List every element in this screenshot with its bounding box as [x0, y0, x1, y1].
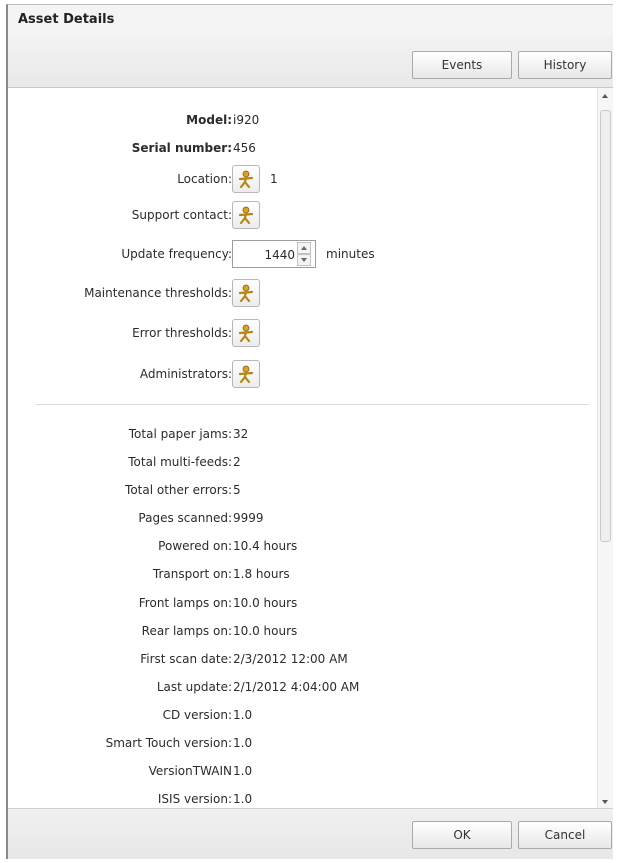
stat-label: Last update:	[156, 680, 232, 694]
stat-row: Last update: 2/1/2012 4:04:00 AM	[8, 677, 597, 697]
stat-label: First scan date:	[140, 652, 232, 666]
model-value: i920	[233, 113, 260, 127]
stat-label: Total other errors:	[125, 483, 232, 497]
stat-label: CD version:	[162, 708, 232, 722]
person-picker-icon	[238, 365, 254, 383]
administrators-row: Administrators:	[8, 360, 597, 388]
scroll-up-arrow-icon[interactable]	[598, 88, 613, 104]
serial-label: Serial number:	[131, 141, 232, 155]
stat-value: 32	[233, 427, 249, 441]
location-label: Location:	[177, 172, 232, 186]
support-row: Support contact:	[8, 201, 597, 229]
maintenance-thresholds-button[interactable]	[232, 279, 260, 307]
stat-value: 5	[233, 483, 241, 497]
stat-row: CD version: 1.0	[8, 705, 597, 725]
vertical-scrollbar[interactable]	[597, 88, 613, 810]
location-row: Location: 1	[8, 165, 597, 193]
stat-label: Rear lamps on:	[141, 624, 232, 638]
stat-label: ISIS version:	[157, 792, 232, 806]
model-label: Model:	[186, 113, 232, 127]
location-value: 1	[270, 172, 278, 186]
stat-label: Total multi-feeds:	[128, 455, 232, 469]
stat-label: Transport on:	[152, 567, 232, 581]
serial-row: Serial number: 456	[8, 138, 597, 158]
stat-value: 1.8 hours	[233, 567, 290, 581]
stat-value: 2	[233, 455, 241, 469]
stat-row: First scan date: 2/3/2012 12:00 AM	[8, 649, 597, 669]
person-picker-icon	[238, 324, 254, 342]
section-divider	[36, 404, 589, 405]
update-frequency-stepper[interactable]	[232, 240, 316, 268]
history-button[interactable]: History	[518, 51, 612, 79]
administrators-picker-button[interactable]	[232, 360, 260, 388]
maintenance-row: Maintenance thresholds:	[8, 279, 597, 307]
stat-row: VersionTWAIN 1.0	[8, 761, 597, 781]
error-thresholds-label: Error thresholds:	[132, 326, 232, 340]
stat-row: Front lamps on: 10.0 hours	[8, 593, 597, 613]
stat-row: Transport on: 1.8 hours	[8, 564, 597, 584]
stat-value: 1.0	[233, 792, 253, 806]
error-thresholds-row: Error thresholds:	[8, 319, 597, 347]
person-picker-icon	[238, 206, 254, 224]
update-frequency-label: Update frequency:	[121, 247, 232, 261]
asset-details-dialog: Asset Details Events History Model: i920…	[6, 4, 613, 859]
stat-value: 1.0	[233, 764, 253, 778]
events-button[interactable]: Events	[412, 51, 512, 79]
stat-value: 10.0 hours	[233, 596, 298, 610]
stat-row: Powered on: 10.4 hours	[8, 536, 597, 556]
stat-value: 2/1/2012 4:04:00 AM	[233, 680, 360, 694]
stat-row: Smart Touch version: 1.0	[8, 733, 597, 753]
stat-value: 1.0	[233, 736, 253, 750]
stat-row: ISIS version: 1.0	[8, 789, 597, 809]
stat-value: 2/3/2012 12:00 AM	[233, 652, 348, 666]
support-contact-picker-button[interactable]	[232, 201, 260, 229]
cancel-button[interactable]: Cancel	[518, 821, 612, 849]
ok-button[interactable]: OK	[412, 821, 512, 849]
update-frequency-unit: minutes	[326, 247, 375, 261]
person-picker-icon	[238, 170, 254, 188]
error-thresholds-button[interactable]	[232, 319, 260, 347]
stat-value: 1.0	[233, 708, 253, 722]
stat-label: Pages scanned:	[138, 511, 232, 525]
stat-row: Total other errors: 5	[8, 480, 597, 500]
administrators-label: Administrators:	[139, 367, 232, 381]
model-row: Model: i920	[8, 110, 597, 130]
stat-label: VersionTWAIN	[148, 764, 232, 778]
update-frequency-row: Update frequency: minutes	[8, 240, 597, 268]
serial-value: 456	[233, 141, 256, 155]
person-picker-icon	[238, 284, 254, 302]
stat-value: 10.4 hours	[233, 539, 298, 553]
maintenance-thresholds-label: Maintenance thresholds:	[84, 286, 232, 300]
stepper-up-button[interactable]	[297, 242, 311, 254]
stat-label: Smart Touch version:	[105, 736, 232, 750]
stat-label: Powered on:	[158, 539, 232, 553]
top-toolbar: Events History	[8, 35, 613, 88]
stat-label: Total paper jams:	[128, 427, 232, 441]
stat-value: 9999	[233, 511, 264, 525]
stat-row: Pages scanned: 9999	[8, 508, 597, 528]
stat-value: 10.0 hours	[233, 624, 298, 638]
stepper-down-button[interactable]	[297, 254, 311, 266]
dialog-title: Asset Details	[8, 5, 613, 35]
stat-label: Front lamps on:	[138, 596, 232, 610]
scrollbar-thumb[interactable]	[600, 110, 611, 542]
update-frequency-input[interactable]	[235, 244, 297, 266]
dialog-footer: OK Cancel	[8, 808, 613, 859]
stat-row: Total multi-feeds: 2	[8, 452, 597, 472]
stat-row: Total paper jams: 32	[8, 424, 597, 444]
stat-row: Rear lamps on: 10.0 hours	[8, 621, 597, 641]
support-contact-label: Support contact:	[131, 208, 232, 222]
location-picker-button[interactable]	[232, 165, 260, 193]
details-panel: Model: i920 Serial number: 456 Location:…	[8, 88, 597, 810]
